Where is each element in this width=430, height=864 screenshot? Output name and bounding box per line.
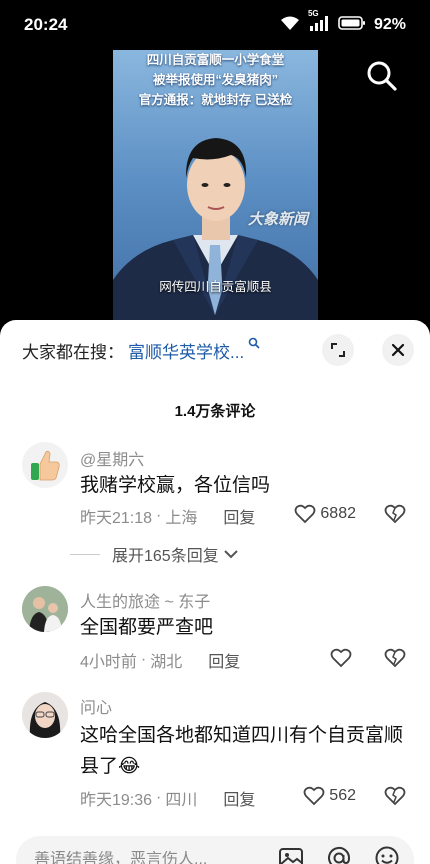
search-button[interactable] bbox=[364, 58, 400, 94]
comment-username[interactable]: 人生的旅途 ~ 东子 bbox=[80, 588, 210, 612]
cellular-signal-icon: 5G bbox=[308, 9, 330, 36]
network-type: 5G bbox=[307, 8, 319, 18]
comment-text: 全国都要严查吧 bbox=[80, 617, 214, 638]
trending-query-link[interactable]: 富顺华英学校... bbox=[128, 338, 244, 363]
emoji-icon bbox=[375, 846, 399, 864]
comments-sheet: 大家都在搜： 富顺华英学校... 1.4万条评论 @星期六 我赌学校赢，各位信吗… bbox=[0, 320, 430, 864]
reply-button[interactable]: 回复 bbox=[208, 648, 240, 672]
comment-location: 四川 bbox=[165, 792, 198, 809]
video-watermark: 大象新闻 bbox=[247, 211, 308, 228]
trending-prefix: 大家都在搜： bbox=[22, 342, 124, 362]
avatar[interactable] bbox=[22, 692, 68, 738]
comment-location: 上海 bbox=[165, 510, 198, 527]
comment-input-bar bbox=[16, 836, 414, 864]
heart-icon bbox=[303, 786, 325, 806]
expand-icon bbox=[331, 343, 345, 357]
avatar[interactable] bbox=[22, 586, 68, 632]
video-player[interactable]: 四川自贡富顺一小学食堂 被举报使用“发臭猪肉” 官方通报：就地封存 已送检 大象… bbox=[0, 50, 430, 340]
status-bar: 20:24 5G 92% bbox=[0, 0, 430, 50]
expand-replies-label: 展开165条回复 bbox=[112, 548, 219, 565]
broken-heart-icon bbox=[384, 648, 406, 668]
comment-meta: 昨天19:36 · 四川 回复 bbox=[80, 786, 408, 810]
fullscreen-button[interactable] bbox=[322, 334, 354, 366]
comment-location: 湖北 bbox=[150, 654, 183, 671]
comment-username[interactable]: 问心 bbox=[80, 694, 112, 718]
comment-text: 我赌学校赢，各位信吗 bbox=[80, 475, 271, 496]
status-time: 20:24 bbox=[24, 15, 68, 34]
image-icon bbox=[279, 847, 303, 864]
user-photo-avatar bbox=[22, 692, 68, 738]
meta-separator: · bbox=[156, 789, 162, 806]
emoji-button[interactable] bbox=[374, 845, 400, 864]
like-button[interactable]: 562 bbox=[303, 786, 356, 806]
at-icon bbox=[328, 846, 351, 864]
reply-button[interactable]: 回复 bbox=[223, 504, 255, 528]
comment-time: 昨天21:18 bbox=[80, 510, 153, 527]
battery-icon bbox=[338, 15, 366, 36]
meta-separator: · bbox=[156, 507, 162, 524]
dislike-button[interactable] bbox=[384, 786, 406, 811]
search-icon bbox=[367, 61, 397, 91]
comment-meta: 4小时前 · 湖北 回复 bbox=[80, 648, 408, 672]
meta-separator: · bbox=[140, 651, 147, 668]
wifi-icon bbox=[280, 15, 300, 36]
like-button[interactable]: 6882 bbox=[294, 504, 356, 524]
caption-line-1: 四川自贡富顺一小学食堂 bbox=[146, 53, 285, 67]
battery-percent: 92% bbox=[373, 16, 406, 33]
comment-count: 1.4万条评论 bbox=[174, 403, 256, 420]
image-button[interactable] bbox=[278, 845, 304, 864]
search-icon bbox=[248, 336, 260, 354]
caption-line-2: 被举报使用“发臭猪肉” bbox=[152, 73, 278, 87]
divider bbox=[70, 553, 100, 555]
user-photo-avatar bbox=[22, 586, 68, 632]
mention-button[interactable] bbox=[326, 845, 352, 864]
chevron-down-icon bbox=[223, 550, 238, 559]
thumbs-up-icon bbox=[31, 450, 60, 481]
expand-replies-button[interactable]: 展开165条回复 bbox=[70, 542, 239, 566]
like-count: 6882 bbox=[320, 505, 356, 522]
comment-meta: 昨天21:18 · 上海 回复 bbox=[80, 504, 408, 528]
close-icon bbox=[391, 343, 405, 357]
comment-text: 这哈全国各地都知道四川有个自贡富顺县了😂 bbox=[80, 725, 404, 777]
trending-search-bar: 大家都在搜： 富顺华英学校... bbox=[22, 334, 414, 366]
video-frame: 四川自贡富顺一小学食堂 被举报使用“发臭猪肉” 官方通报：就地封存 已送检 大象… bbox=[113, 50, 318, 340]
comment-username[interactable]: @星期六 bbox=[80, 446, 144, 470]
video-subtitle: 网传四川自贡富顺县 bbox=[159, 280, 272, 294]
dislike-button[interactable] bbox=[384, 648, 406, 673]
broken-heart-icon bbox=[384, 786, 406, 806]
status-icons: 5G 92% bbox=[280, 9, 406, 36]
comment-time: 4小时前 bbox=[80, 654, 137, 671]
reply-button[interactable]: 回复 bbox=[223, 786, 255, 810]
like-count: 562 bbox=[329, 787, 356, 804]
comment-input[interactable] bbox=[34, 851, 278, 864]
heart-icon bbox=[295, 504, 316, 524]
like-button[interactable] bbox=[330, 648, 356, 668]
close-button[interactable] bbox=[382, 334, 414, 366]
dislike-button[interactable] bbox=[384, 504, 406, 529]
comment-time: 昨天19:36 bbox=[80, 792, 153, 809]
heart-icon bbox=[330, 648, 352, 668]
broken-heart-icon bbox=[384, 504, 406, 524]
input-actions bbox=[278, 845, 400, 864]
avatar[interactable] bbox=[22, 442, 68, 488]
